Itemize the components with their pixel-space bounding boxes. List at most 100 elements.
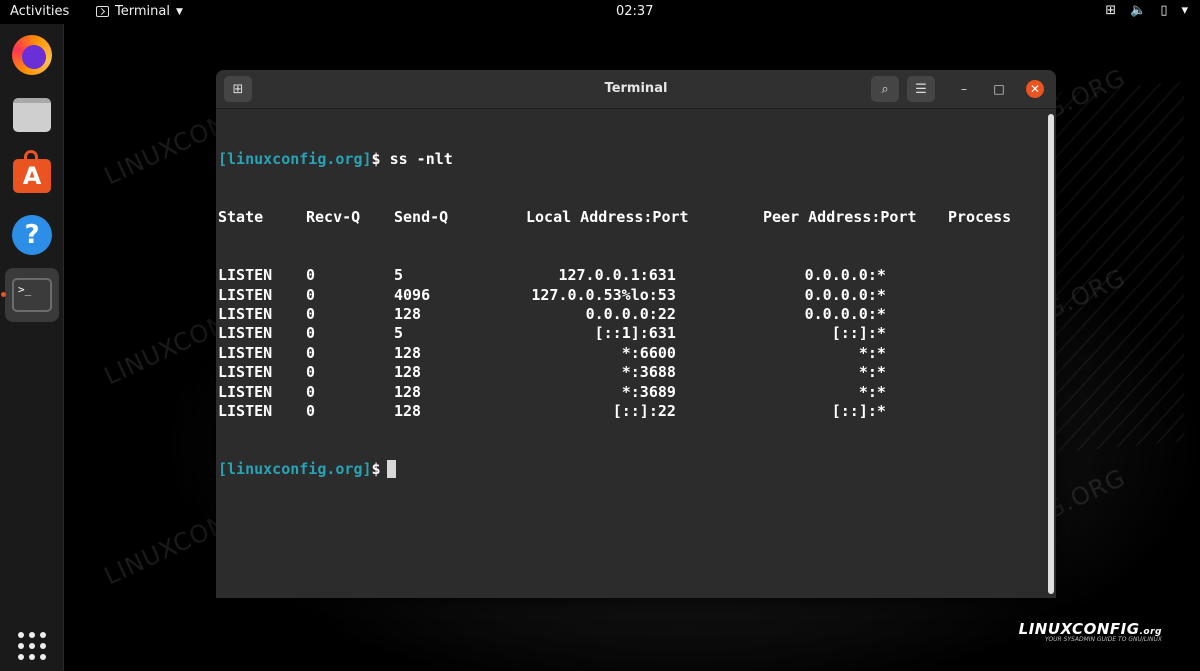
cell-state: LISTEN [218,401,273,420]
dock-item-software[interactable]: A [5,146,59,200]
close-button[interactable]: ✕ [1026,80,1044,98]
menu-button[interactable]: ☰ [907,76,935,102]
dock-item-terminal[interactable]: >_ [5,268,59,322]
command-line: [linuxconfig.org]$ ss -nlt [218,150,1046,169]
cell-recvq: 0 [306,305,316,323]
prompt-line: [linuxconfig.org]$ [218,460,1046,479]
cell-state: LISTEN [218,382,273,401]
socket-rows: LISTEN 0 5 127.0.0.1:631 0.0.0.0:* LISTEN 0 409… [218,266,1046,421]
grid-dot [40,643,46,649]
dock-item-help[interactable]: ? [5,208,59,262]
cell-sendq: 4096 [394,285,431,304]
cell-sendq: 128 [394,305,422,323]
cell-state: LISTEN [218,305,273,323]
table-row: LISTEN 0 128 0.0.0.0:22 0.0.0.0:* [218,305,1046,324]
clock[interactable]: 02:37 [616,4,653,19]
activities-button[interactable]: Activities [10,4,69,19]
cell-state: LISTEN [218,363,273,382]
terminal-icon: >_ [12,278,52,312]
minimize-icon: – [961,82,967,96]
files-icon [13,98,51,132]
dock-item-files[interactable] [5,88,59,142]
cell-recvq: 0 [306,266,316,285]
command-text: ss -nlt [389,149,453,168]
prompt: [linuxconfig.org] [218,460,372,479]
terminal-window: ⊞ Terminal ⌕ ☰ – □ ✕ [linuxconfig.org]$ … [216,70,1056,598]
grid-dot [40,654,46,660]
software-store-icon: A [13,150,51,193]
cell-local: [::1]:631 [594,324,676,343]
cell-state: LISTEN [218,343,273,362]
cell-sendq: 128 [394,363,422,382]
cell-local: *:3688 [621,363,676,382]
cell-local: 127.0.0.1:631 [558,266,676,285]
linuxconfig-logo: LINUXCONFIG.org YOUR SYSADMIN GUIDE TO G… [1019,620,1162,643]
cell-recvq: 0 [306,363,316,382]
terminal-icon [96,6,109,17]
table-row: LISTEN 0 128 [::]:22 [::]:* [218,402,1046,421]
cell-state: LISTEN [218,324,273,343]
cell-peer: 0.0.0.0:* [804,305,886,323]
maximize-button[interactable]: □ [991,81,1007,97]
system-tray[interactable]: ⊞ 🔈 ▯ ▾ [1105,3,1188,18]
header-recvq: Recv-Q [306,208,361,227]
header-process: Process [948,208,1012,227]
cell-sendq: 128 [394,343,422,362]
cell-recvq: 0 [306,324,316,343]
prompt-dollar: $ [371,149,381,168]
cell-peer: 0.0.0.0:* [804,285,886,304]
text-cursor [386,460,396,479]
search-button[interactable]: ⌕ [871,76,899,102]
dock: A ? >_ [0,24,64,671]
battery-icon: ▯ [1160,3,1168,18]
grid-dot [18,654,24,660]
table-row: LISTEN 0 5 [::1]:631 [::]:* [218,324,1046,343]
table-row: LISTEN 0 128 *:6600 *:* [218,344,1046,363]
cell-sendq: 128 [394,401,422,420]
terminal-output[interactable]: [linuxconfig.org]$ ss -nlt State Recv-Q … [216,109,1046,598]
cell-local: 0.0.0.0:22 [585,305,676,323]
header-local: Local Address:Port [526,208,689,227]
maximize-icon: □ [993,82,1005,96]
cell-sendq: 5 [394,266,404,285]
cell-recvq: 0 [306,343,316,362]
header-sendq: Send-Q [394,208,449,227]
cell-sendq: 128 [394,382,422,401]
grid-dot [18,643,24,649]
cell-peer: *:* [858,382,886,401]
table-row: LISTEN 0 4096 127.0.0.53%lo:53 0.0.0.0:* [218,286,1046,305]
network-icon: ⊞ [1105,3,1117,18]
cell-recvq: 0 [306,382,316,401]
cell-sendq: 5 [394,324,404,343]
help-icon: ? [12,215,52,255]
top-bar: Activities Terminal ▼ 02:37 ⊞ 🔈 ▯ ▾ [0,0,1200,24]
grid-dot [29,643,35,649]
window-titlebar[interactable]: ⊞ Terminal ⌕ ☰ – □ ✕ [216,70,1056,109]
cell-peer: 0.0.0.0:* [804,266,886,285]
cell-peer: *:* [858,343,886,362]
app-menu[interactable]: Terminal ▼ [96,4,183,19]
scrollbar[interactable] [1048,114,1054,594]
chevron-down-icon: ▾ [1181,3,1188,18]
table-row: LISTEN 0 128 *:3689 *:* [218,383,1046,402]
app-menu-label: Terminal [115,4,170,19]
cell-state: LISTEN [218,266,273,285]
prompt-dollar: $ [371,460,381,479]
cell-local: *:6600 [621,343,676,362]
cell-peer: [::]:* [831,401,886,420]
header-state: State [218,208,264,227]
firefox-icon [12,35,52,75]
grid-dot [18,632,24,638]
show-applications-button[interactable] [18,632,46,660]
dock-item-firefox[interactable] [5,28,59,82]
cell-state: LISTEN [218,285,273,304]
grid-dot [29,654,35,660]
cell-local: [::]:22 [612,401,676,420]
grid-dot [40,632,46,638]
cell-peer: [::]:* [831,324,886,343]
header-row: State Recv-Q Send-Q Local Address:Port P… [218,208,1046,227]
minimize-button[interactable]: – [956,81,972,97]
close-icon: ✕ [1029,82,1041,96]
table-row: LISTEN 0 5 127.0.0.1:631 0.0.0.0:* [218,266,1046,285]
cell-recvq: 0 [306,401,316,420]
